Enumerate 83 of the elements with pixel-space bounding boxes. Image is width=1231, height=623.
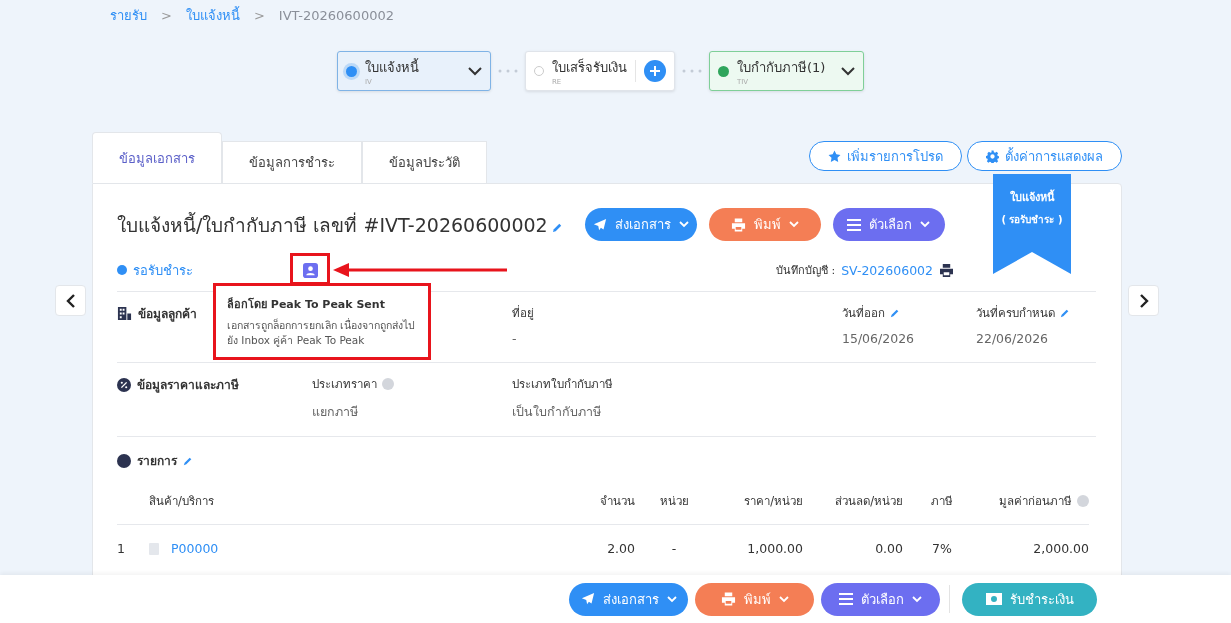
chevron-down-icon xyxy=(920,221,931,228)
printer-icon xyxy=(720,592,736,606)
field-label: ที่อยู่ xyxy=(512,304,534,322)
percent-icon xyxy=(117,377,131,392)
tooltip-text: เอกสารถูกล็อกการยกเลิก เนื่องจากถูกส่งไปยัง Inbox คู่ค้า Peak To Peak xyxy=(227,317,417,349)
column-header: หน่วย xyxy=(659,493,689,510)
field-value: 22/06/2026 xyxy=(976,331,1050,346)
table-cell-text: 2.00 xyxy=(606,541,635,556)
circle-icon xyxy=(117,453,131,468)
table-cell-text: - xyxy=(670,541,678,556)
action-button[interactable]: พิมพ์ xyxy=(708,208,821,241)
add-icon[interactable] xyxy=(644,60,666,82)
chevron-down-icon xyxy=(788,221,799,228)
product-link[interactable]: P00000 xyxy=(171,541,219,556)
document-title: ใบแจ้งหนี้/ใบกำกับภาษี เลขที่ #IVT-20260600002 xyxy=(117,211,548,238)
list-icon xyxy=(839,593,853,605)
field-value: เป็นใบกำกับภาษี xyxy=(512,403,602,421)
tab[interactable]: ข้อมูลการชำระ xyxy=(222,141,362,183)
printer-icon xyxy=(730,217,746,232)
section-title: รายการ xyxy=(137,453,177,470)
previous-button[interactable] xyxy=(55,285,86,316)
action-button[interactable]: ตัวเลือก xyxy=(832,208,945,241)
field-value: 15/06/2026 xyxy=(842,331,916,346)
action-button[interactable]: ตัวเลือก xyxy=(821,582,940,616)
row-number: 1 xyxy=(117,541,126,556)
tooltip-title: ล็อกโดย Peak To Peak Sent xyxy=(227,296,386,313)
building-icon xyxy=(117,306,132,321)
image-placeholder-icon xyxy=(149,542,159,555)
table-cell-text: 0.00 xyxy=(874,541,903,556)
action-button[interactable]: พิมพ์ xyxy=(695,582,814,616)
edit-icon[interactable] xyxy=(890,308,900,318)
column-header: มูลค่าก่อนภาษี xyxy=(999,493,1072,510)
column-header: ภาษี xyxy=(931,493,953,510)
column-header: ราคา/หน่วย xyxy=(744,493,803,510)
tab[interactable]: ข้อมูลเอกสาร xyxy=(92,132,222,183)
breadcrumb-item[interactable]: IVT-20260600002 xyxy=(278,7,394,23)
journal-link[interactable]: SV-202606002 xyxy=(841,262,933,278)
table-cell-text: 2,000.00 xyxy=(1032,541,1089,556)
column-header: ส่วนลด/หน่วย xyxy=(835,493,903,510)
field-label: วันที่ออก xyxy=(842,304,885,322)
step-label: ใบเสร็จรับเงิน xyxy=(552,57,627,77)
breadcrumb-separator: > xyxy=(161,7,172,23)
field-value: - xyxy=(512,331,518,346)
step-label: ใบแจ้งหนี้ xyxy=(365,57,420,77)
table-cell-text: 7% xyxy=(931,541,953,556)
field-label: ประเภทใบกำกับภาษี xyxy=(512,376,613,393)
table-cell-text: 1,000.00 xyxy=(746,541,803,556)
cash-icon xyxy=(985,593,1002,605)
status-label: รอรับชำระ xyxy=(133,261,193,280)
field-label: ประเภทราคา xyxy=(312,376,377,393)
status-ribbon: ใบแจ้งหนี้ ( รอรับชำระ ) xyxy=(993,174,1071,274)
column-header: จำนวน xyxy=(600,493,635,510)
send-icon xyxy=(580,592,595,606)
section-title: ข้อมูลลูกค้า xyxy=(138,306,197,323)
edit-icon[interactable] xyxy=(551,222,563,233)
next-button[interactable] xyxy=(1128,285,1159,316)
printer-icon[interactable] xyxy=(939,263,954,277)
chevron-down-icon[interactable] xyxy=(841,66,855,76)
field-value: แยกภาษี xyxy=(312,403,359,421)
section-title: ข้อมูลราคาและภาษี xyxy=(137,377,239,394)
breadcrumb-separator: > xyxy=(253,7,265,23)
star-icon xyxy=(828,149,841,163)
edit-icon[interactable] xyxy=(1060,308,1070,318)
edit-icon[interactable] xyxy=(183,455,193,466)
column-header: สินค้า/บริการ xyxy=(149,493,214,510)
chevron-right-icon xyxy=(1138,292,1149,309)
chevron-left-icon xyxy=(65,292,76,309)
tab[interactable]: ข้อมูลประวัติ xyxy=(362,141,487,183)
favorite-button[interactable]: เพิ่มรายการโปรด xyxy=(809,141,962,171)
display-settings-button[interactable]: ตั้งค่าการแสดงผล xyxy=(967,141,1122,171)
action-button[interactable]: ส่งเอกสาร xyxy=(584,208,697,241)
action-button[interactable]: ส่งเอกสาร xyxy=(569,582,688,616)
chevron-down-icon xyxy=(678,221,689,228)
step-label: ใบกำกับภาษี(1) xyxy=(737,58,827,77)
receive-payment-button[interactable]: รับชำระเงิน xyxy=(962,582,1097,616)
field-label: วันที่ครบกำหนด xyxy=(976,304,1055,322)
breadcrumb-item[interactable]: ใบแจ้งหนี้ xyxy=(185,4,240,26)
journal-label: บันทึกบัญชี : xyxy=(775,263,836,279)
breadcrumb-item[interactable]: รายรับ xyxy=(110,4,147,26)
send-icon xyxy=(592,217,607,232)
settings-icon xyxy=(986,149,999,163)
chevron-down-icon[interactable] xyxy=(468,66,482,76)
list-icon xyxy=(847,218,862,231)
